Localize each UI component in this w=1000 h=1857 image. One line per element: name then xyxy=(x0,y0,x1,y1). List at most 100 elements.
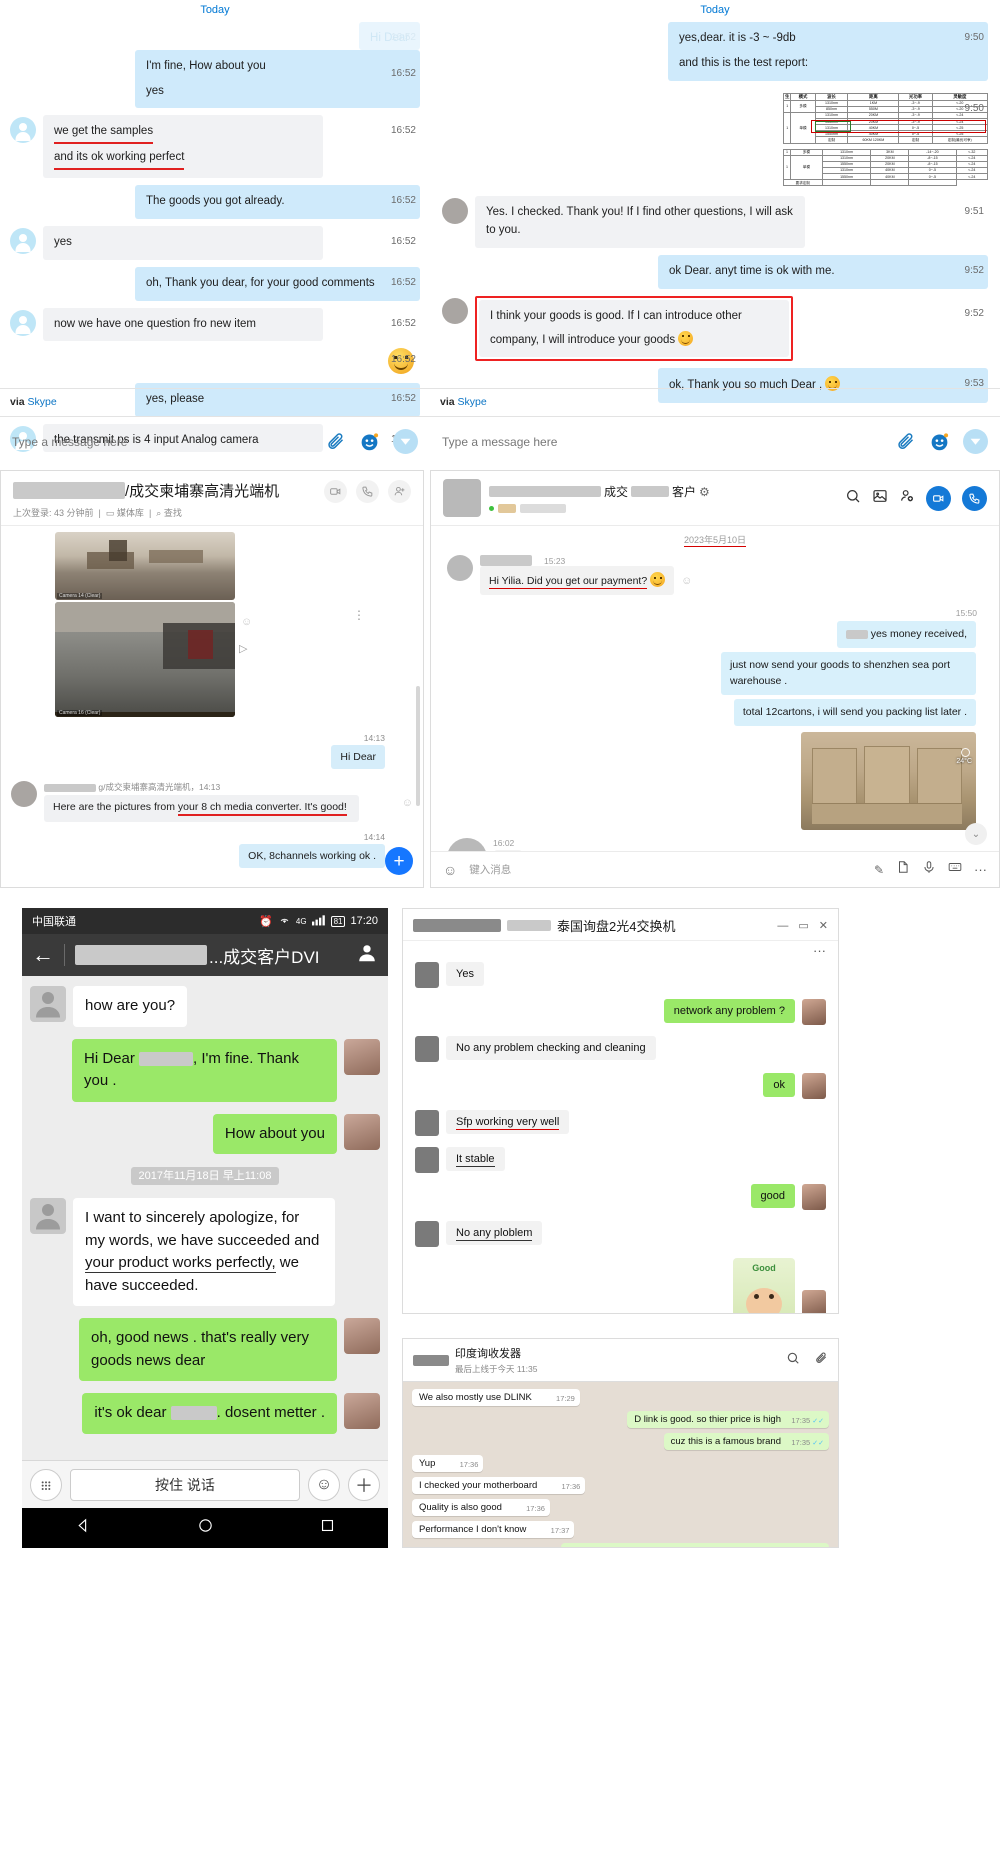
search-icon[interactable]: ⌕ xyxy=(156,508,161,518)
close-icon[interactable]: ✕ xyxy=(819,919,828,932)
send-button[interactable] xyxy=(393,429,418,454)
chat-message-row: good xyxy=(415,1184,826,1210)
message-bubble: Hi Yilia. Did you get our payment? xyxy=(480,566,675,596)
message-text: No any ploblem xyxy=(456,1227,533,1241)
search-icon[interactable] xyxy=(786,1351,800,1370)
header-actions xyxy=(324,480,411,503)
chat-message-row: oh, good news . that's really very goods… xyxy=(30,1318,380,1381)
back-nav-icon[interactable] xyxy=(75,1517,92,1539)
keyboard-icon[interactable] xyxy=(948,860,962,879)
back-icon[interactable]: ← xyxy=(32,942,54,968)
media-library-icon[interactable]: ▭ xyxy=(106,508,115,518)
avatar[interactable] xyxy=(443,479,481,517)
highlighted-testimonial: I think your goods is good. If I can int… xyxy=(475,295,793,362)
sticker-image[interactable]: Good xyxy=(733,1258,795,1313)
chat-message-row: I checked your motherboard 17:36 xyxy=(412,1477,829,1494)
message-bubble: we get the samples and its ok working pe… xyxy=(43,115,323,179)
chat-message-row: How about you xyxy=(30,1113,380,1154)
add-contact-icon[interactable] xyxy=(388,480,411,503)
more-options-icon[interactable]: ⋮ xyxy=(353,608,365,622)
forward-icon[interactable]: ▷ xyxy=(239,642,247,655)
message-time: 16:52 xyxy=(390,354,416,366)
emoji-picker-icon[interactable] xyxy=(929,431,950,452)
panel-skype-left: Today Hi Dear 16:52 I'm fine, How about … xyxy=(0,0,430,466)
add-member-icon[interactable] xyxy=(899,488,915,509)
avatar xyxy=(10,117,36,144)
message-bubble: cuz this is a famous brand 17:35 ✓✓ xyxy=(663,1433,829,1450)
message-input[interactable]: Type a message here xyxy=(12,435,312,449)
home-nav-icon[interactable] xyxy=(197,1517,214,1539)
microphone-icon[interactable] xyxy=(922,860,936,879)
message-time: 16:52 xyxy=(390,317,416,329)
chat-message-row: ok Dear. anyt time is ok with me. 9:52 xyxy=(442,254,988,289)
attach-icon[interactable] xyxy=(895,431,916,452)
file-attach-icon[interactable] xyxy=(896,860,910,879)
message-time: 16:02 xyxy=(493,838,515,849)
message-bubble: it's ok dear . dosent metter . xyxy=(82,1393,337,1434)
video-call-button[interactable] xyxy=(926,485,951,511)
more-options-icon[interactable]: ··· xyxy=(974,862,987,877)
scroll-down-button[interactable]: ⌄ xyxy=(965,823,987,845)
avatar xyxy=(415,1221,439,1247)
avatar xyxy=(442,198,468,225)
via-app-name[interactable]: Skype xyxy=(458,396,487,408)
cartons-photo[interactable]: 24°C xyxy=(801,732,976,831)
attach-icon[interactable] xyxy=(325,431,346,452)
chat-message-row: 生模式 波长 距离 光功率 灵敏度 1 多模 1310nm 1KM -3~-9 <-20 850n… xyxy=(442,92,989,187)
recents-nav-icon[interactable] xyxy=(319,1517,336,1539)
chat-message-row: I think your goods is good. If I can int… xyxy=(442,295,988,362)
chat-title-text: 泰国询盘2光4交换机 xyxy=(557,919,676,934)
chat-message-row: Good xyxy=(415,1258,826,1313)
attach-icon[interactable] xyxy=(814,1351,828,1370)
more-options-icon[interactable]: ··· xyxy=(403,941,838,958)
message-time: 9:52 xyxy=(964,307,984,319)
via-skype-label: via Skype xyxy=(430,388,1000,413)
voice-call-icon[interactable] xyxy=(356,480,379,503)
cctv-photo-2[interactable]: Camera 16 (Clear) xyxy=(55,602,235,717)
scrollbar[interactable] xyxy=(416,686,420,806)
keyboard-toggle-icon[interactable] xyxy=(30,1468,62,1501)
message-input[interactable]: 键入消息 xyxy=(469,862,862,877)
maximize-icon[interactable]: ▭ xyxy=(798,919,808,932)
via-app-name[interactable]: Skype xyxy=(28,396,57,408)
video-call-icon[interactable] xyxy=(324,480,347,503)
cctv-photo-1[interactable]: Camera 14 (Clear) xyxy=(55,532,235,600)
message-bubble: OK, 8channels working ok . xyxy=(239,844,385,868)
message-bubble: I checked your motherboard 17:36 xyxy=(412,1477,586,1494)
signal-bars-icon xyxy=(311,914,326,929)
chat-message-row: now we have one question fro new item 16… xyxy=(10,307,420,342)
emoji-picker-icon[interactable] xyxy=(359,431,380,452)
search-icon[interactable] xyxy=(845,488,861,509)
message-bubble: oh, Thank you dear, for your good commen… xyxy=(135,266,420,301)
message-time: 17:37 xyxy=(550,1526,570,1535)
emoji-picker-icon[interactable]: ☺ xyxy=(308,1468,340,1501)
smiley-emoji-icon xyxy=(678,330,694,346)
message-text: Thank you so much for your good comments… xyxy=(568,1546,807,1547)
panel-whatsapp: 印度询收发器 最后上线于今天 11:35 We also mostly use … xyxy=(402,1338,839,1548)
minimize-icon[interactable]: — xyxy=(777,920,788,932)
message-input[interactable]: Type a message here xyxy=(442,435,882,449)
chat-message-row: 16:52 xyxy=(10,348,420,375)
media-library-label[interactable]: 媒体库 xyxy=(117,508,144,518)
emoji-react-icon[interactable]: ☺ xyxy=(681,575,692,587)
send-button[interactable] xyxy=(963,429,988,454)
gear-icon[interactable]: ⚙ xyxy=(699,485,710,499)
message-bubble: Sfp working very well xyxy=(446,1110,570,1134)
translate-icon[interactable]: ✎ xyxy=(874,863,884,877)
redacted-name xyxy=(489,486,601,497)
message-compose-bar: Type a message here xyxy=(430,416,1000,466)
emoji-picker-icon[interactable]: ☺ xyxy=(443,862,457,878)
hold-to-talk-button[interactable]: 按住 说话 xyxy=(70,1468,300,1501)
emoji-react-icon[interactable]: ☺ xyxy=(241,616,252,628)
add-attachment-icon[interactable]: ＋ xyxy=(348,1468,380,1501)
search-label[interactable]: 查找 xyxy=(164,508,182,518)
send-button[interactable]: + xyxy=(385,847,413,875)
voice-call-button[interactable] xyxy=(962,485,987,511)
redacted-subtitle xyxy=(498,504,516,513)
contact-profile-icon[interactable] xyxy=(356,942,378,969)
emoji-react-icon[interactable]: ☺ xyxy=(402,797,413,809)
message-bubble: oh, good news . that's really very goods… xyxy=(79,1318,337,1381)
chat-message-row: Performance I don't know 17:37 xyxy=(412,1521,829,1538)
image-icon[interactable] xyxy=(872,488,888,509)
test-report-image[interactable]: 生模式 波长 距离 光功率 灵敏度 1 多模 1310nm 1KM -3~-9 <-20 850n… xyxy=(782,92,989,187)
